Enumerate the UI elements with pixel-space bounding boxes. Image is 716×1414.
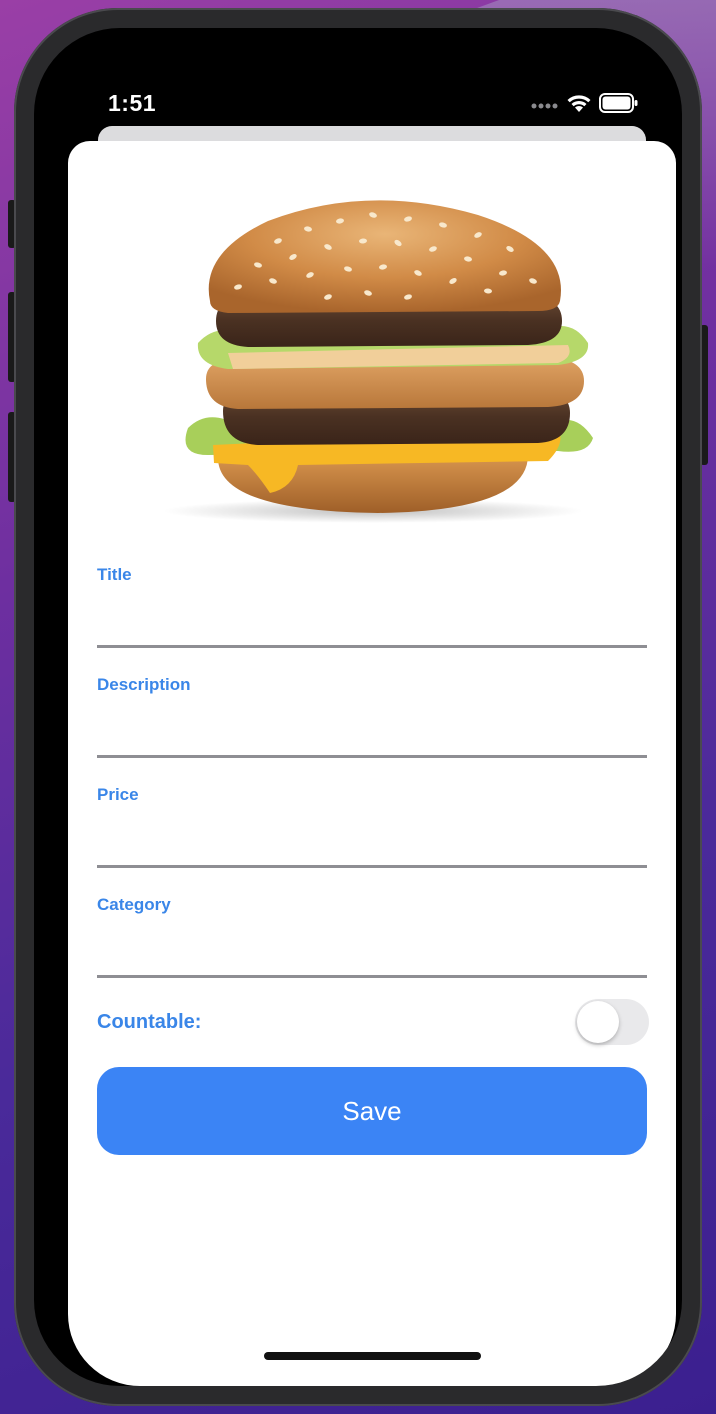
save-button[interactable]: Save xyxy=(97,1067,647,1155)
countable-row: Countable: xyxy=(97,999,649,1047)
price-field: Price xyxy=(97,785,647,868)
description-input[interactable] xyxy=(97,709,647,749)
status-icons xyxy=(531,90,639,120)
description-label: Description xyxy=(97,675,191,694)
add-product-sheet: Title Description Price Category Countab… xyxy=(68,141,676,1386)
wifi-icon xyxy=(566,93,592,118)
battery-icon xyxy=(599,92,639,118)
burger-image[interactable] xyxy=(118,193,618,523)
title-input[interactable] xyxy=(97,599,647,639)
category-field: Category xyxy=(97,895,647,978)
price-label: Price xyxy=(97,785,139,804)
home-indicator xyxy=(264,1352,481,1360)
description-field: Description xyxy=(97,675,647,758)
title-field: Title xyxy=(97,565,647,648)
title-label: Title xyxy=(97,565,132,584)
price-input[interactable] xyxy=(97,819,647,859)
toggle-knob xyxy=(577,1001,619,1043)
screen: 1:51 Title Description Price Category Co… xyxy=(34,28,682,1386)
status-time: 1:51 xyxy=(108,90,157,116)
category-label: Category xyxy=(97,895,171,914)
category-input[interactable] xyxy=(97,929,647,969)
signal-icon xyxy=(531,96,559,114)
phone-frame: 1:51 Title Description Price Category Co… xyxy=(14,8,702,1406)
countable-toggle[interactable] xyxy=(575,999,649,1045)
countable-label: Countable: xyxy=(97,1011,202,1033)
